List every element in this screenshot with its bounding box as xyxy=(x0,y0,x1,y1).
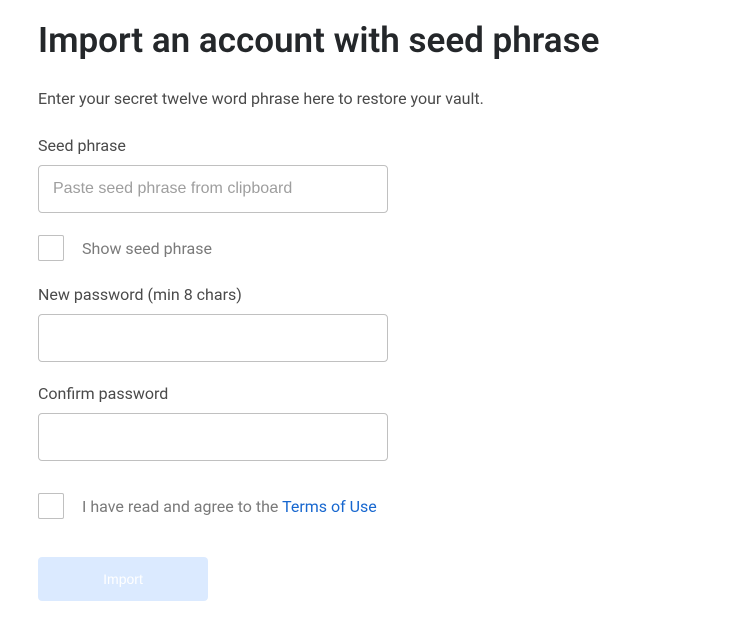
page-subtitle: Enter your secret twelve word phrase her… xyxy=(38,89,710,108)
import-button[interactable]: Import xyxy=(38,557,208,601)
confirm-password-group: Confirm password xyxy=(38,384,710,461)
new-password-label: New password (min 8 chars) xyxy=(38,285,710,304)
terms-text: I have read and agree to the Terms of Us… xyxy=(82,497,377,516)
terms-row: I have read and agree to the Terms of Us… xyxy=(38,493,710,519)
seed-phrase-group: Seed phrase xyxy=(38,136,710,213)
new-password-input[interactable] xyxy=(38,314,388,362)
terms-prefix: I have read and agree to the xyxy=(82,497,282,516)
confirm-password-label: Confirm password xyxy=(38,384,710,403)
seed-phrase-input[interactable] xyxy=(38,165,388,213)
new-password-group: New password (min 8 chars) xyxy=(38,285,710,362)
confirm-password-input[interactable] xyxy=(38,413,388,461)
show-seed-label: Show seed phrase xyxy=(82,239,212,258)
terms-checkbox[interactable] xyxy=(38,493,64,519)
page-title: Import an account with seed phrase xyxy=(38,20,710,61)
show-seed-row: Show seed phrase xyxy=(38,235,710,261)
show-seed-checkbox[interactable] xyxy=(38,235,64,261)
seed-phrase-label: Seed phrase xyxy=(38,136,710,155)
terms-link[interactable]: Terms of Use xyxy=(282,497,377,516)
